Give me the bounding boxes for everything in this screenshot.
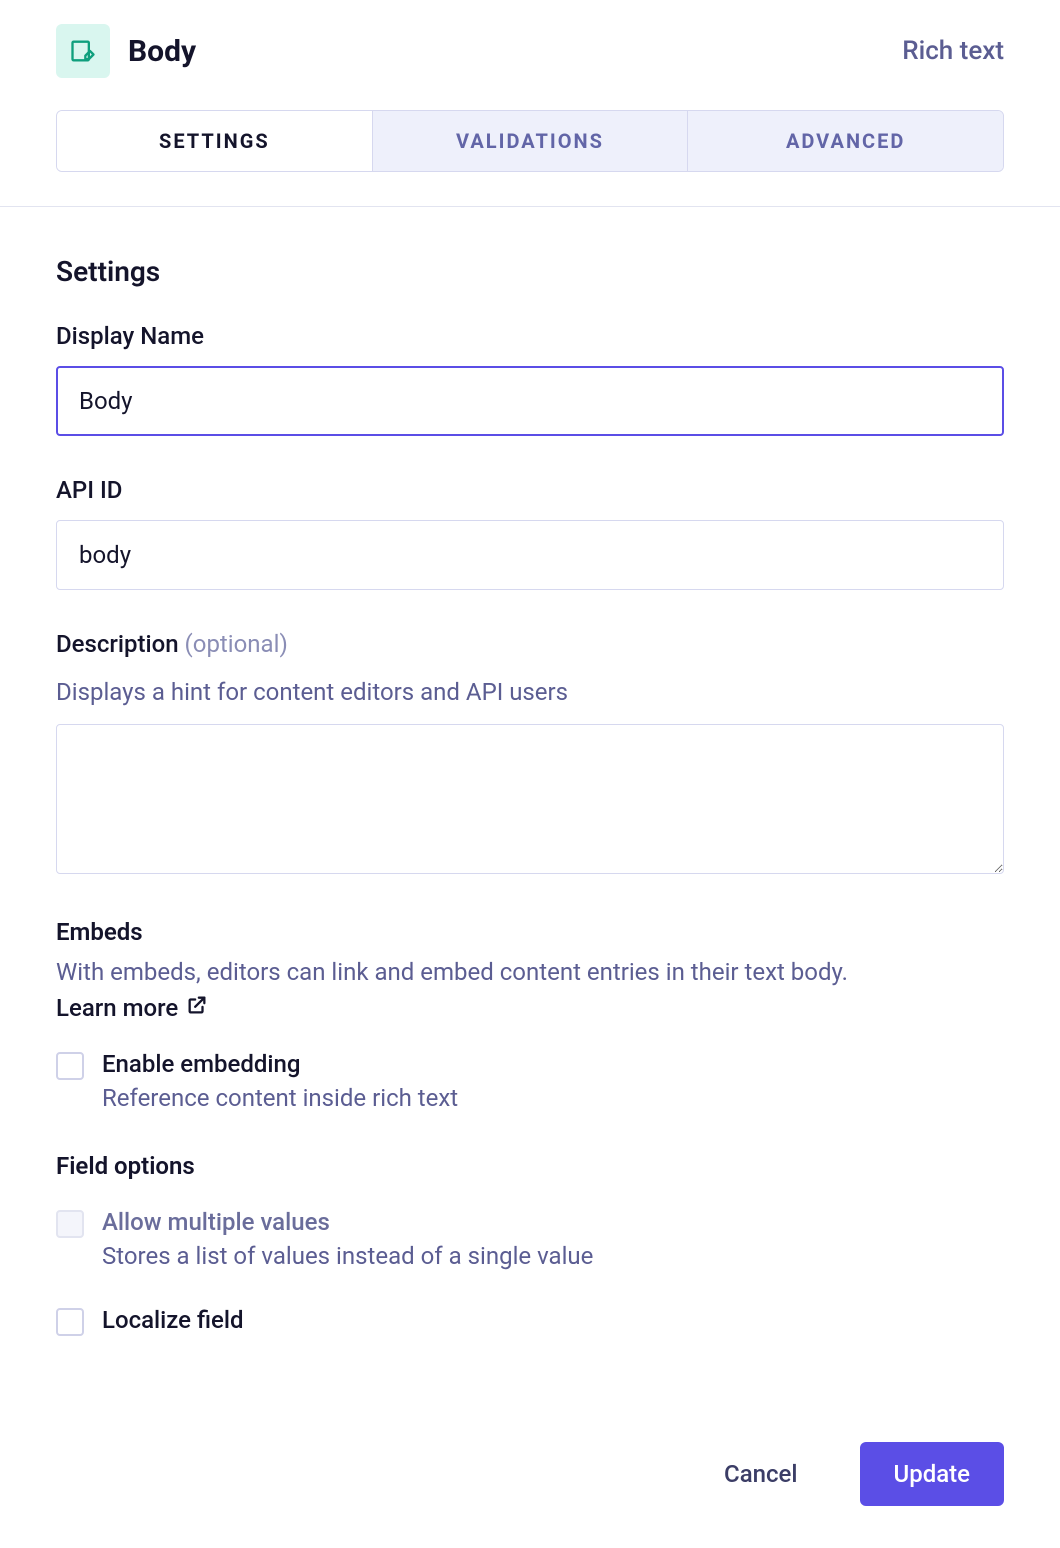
external-link-icon: [186, 994, 208, 1022]
localize-row: Localize field: [56, 1306, 1004, 1340]
tab-settings[interactable]: SETTINGS: [57, 111, 373, 171]
enable-embedding-row: Enable embedding Reference content insid…: [56, 1050, 1004, 1112]
header-left: Body: [56, 24, 196, 78]
api-id-group: API ID: [56, 476, 1004, 590]
enable-embedding-checkbox[interactable]: [56, 1052, 84, 1080]
learn-more-link[interactable]: Learn more: [56, 994, 208, 1022]
field-options-heading: Field options: [56, 1152, 1004, 1180]
dialog-footer: Cancel Update: [0, 1400, 1060, 1548]
description-hint: Displays a hint for content editors and …: [56, 674, 1004, 710]
field-title: Body: [128, 34, 196, 69]
enable-embedding-label: Enable embedding: [102, 1050, 458, 1078]
display-name-input[interactable]: [56, 366, 1004, 436]
field-type-label: Rich text: [902, 36, 1004, 66]
description-label-text: Description: [56, 630, 179, 658]
tabs: SETTINGS VALIDATIONS ADVANCED: [56, 110, 1004, 172]
api-id-label: API ID: [56, 476, 1004, 504]
embeds-heading: Embeds: [56, 918, 1004, 946]
allow-multiple-hint: Stores a list of values instead of a sin…: [102, 1242, 593, 1270]
embeds-group: Embeds With embeds, editors can link and…: [56, 918, 1004, 1112]
localize-label: Localize field: [102, 1306, 244, 1334]
localize-checkbox[interactable]: [56, 1308, 84, 1336]
description-group: Description (optional) Displays a hint f…: [56, 630, 1004, 878]
api-id-input[interactable]: [56, 520, 1004, 590]
embeds-hint: With embeds, editors can link and embed …: [56, 954, 1004, 990]
field-options-group: Field options Allow multiple values Stor…: [56, 1152, 1004, 1340]
description-label: Description (optional): [56, 630, 1004, 658]
allow-multiple-row: Allow multiple values Stores a list of v…: [56, 1208, 1004, 1270]
description-optional-tag: (optional): [185, 630, 288, 658]
dialog-header: Body Rich text: [0, 0, 1060, 90]
enable-embedding-hint: Reference content inside rich text: [102, 1084, 458, 1112]
update-button[interactable]: Update: [860, 1442, 1005, 1506]
cancel-button[interactable]: Cancel: [690, 1442, 831, 1506]
section-title: Settings: [56, 255, 1004, 288]
rich-text-icon: [56, 24, 110, 78]
allow-multiple-checkbox: [56, 1210, 84, 1238]
display-name-group: Display Name: [56, 322, 1004, 436]
tab-validations[interactable]: VALIDATIONS: [373, 111, 689, 171]
tab-advanced[interactable]: ADVANCED: [688, 111, 1003, 171]
learn-more-text: Learn more: [56, 994, 178, 1022]
description-textarea[interactable]: [56, 724, 1004, 874]
display-name-label: Display Name: [56, 322, 1004, 350]
allow-multiple-label: Allow multiple values: [102, 1208, 593, 1236]
scroll-area[interactable]: Settings Display Name API ID Description…: [0, 206, 1060, 1400]
